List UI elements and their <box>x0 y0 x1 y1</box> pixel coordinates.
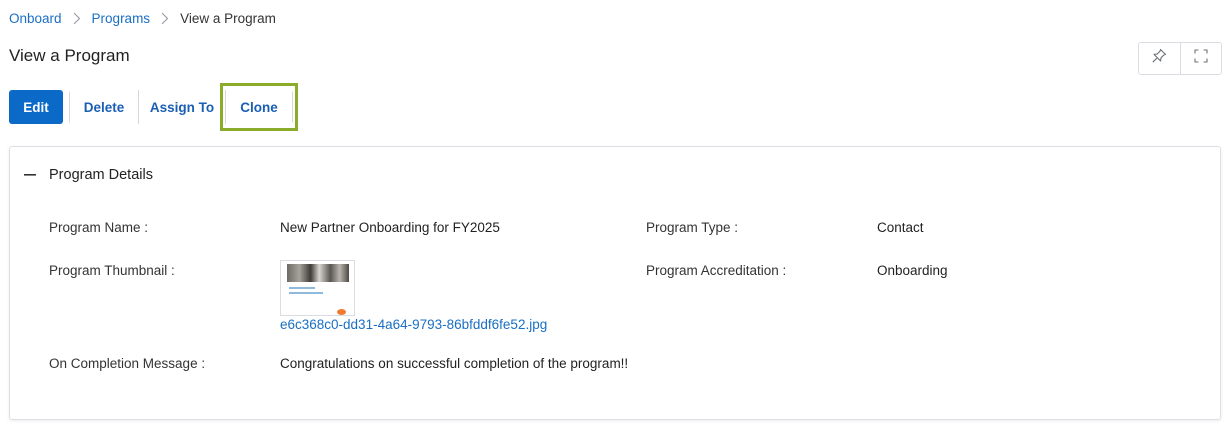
thumbnail-photo <box>287 264 349 282</box>
assign-to-button[interactable]: Assign To <box>138 90 225 124</box>
thumbnail-logo <box>337 309 346 315</box>
breadcrumb-current: View a Program <box>180 10 276 26</box>
fullscreen-icon <box>1193 48 1209 69</box>
minus-icon <box>23 168 37 182</box>
program-thumbnail-image[interactable] <box>280 260 355 316</box>
delete-button[interactable]: Delete <box>70 90 138 124</box>
breadcrumb-onboard-link[interactable]: Onboard <box>9 11 62 26</box>
section-title: Program Details <box>49 167 153 183</box>
thumbnail-file-link[interactable]: e6c368c0-dd31-4a64-9793-86bfddf6fe52.jpg <box>280 317 547 332</box>
program-name-value: New Partner Onboarding for FY2025 <box>280 220 500 235</box>
program-thumbnail-label: Program Thumbnail : <box>49 263 175 278</box>
breadcrumb: Onboard Programs View a Program <box>9 9 276 27</box>
program-type-label: Program Type : <box>646 220 739 235</box>
fullscreen-button[interactable] <box>1179 43 1222 74</box>
pin-icon <box>1151 48 1167 69</box>
pin-button[interactable] <box>1139 43 1180 74</box>
program-name-label: Program Name : <box>49 220 149 235</box>
completion-message-value: Congratulations on successful completion… <box>280 356 629 371</box>
program-type-value: Contact <box>877 220 924 235</box>
page-title: View a Program <box>9 46 130 65</box>
completion-message-label: On Completion Message : <box>49 356 206 371</box>
program-details-panel: Program Details Program Name : New Partn… <box>9 146 1221 420</box>
thumbnail-text-line <box>289 292 323 294</box>
chevron-right-icon <box>150 11 180 26</box>
program-details-header[interactable]: Program Details <box>23 167 153 183</box>
program-accreditation-label: Program Accreditation : <box>646 263 787 278</box>
edit-button[interactable]: Edit <box>9 90 63 124</box>
clone-button[interactable]: Clone <box>225 90 292 124</box>
breadcrumb-programs-link[interactable]: Programs <box>92 11 151 26</box>
thumbnail-text-line <box>289 287 315 289</box>
program-accreditation-value: Onboarding <box>877 263 948 278</box>
chevron-right-icon <box>62 11 92 26</box>
view-controls <box>1138 42 1222 75</box>
